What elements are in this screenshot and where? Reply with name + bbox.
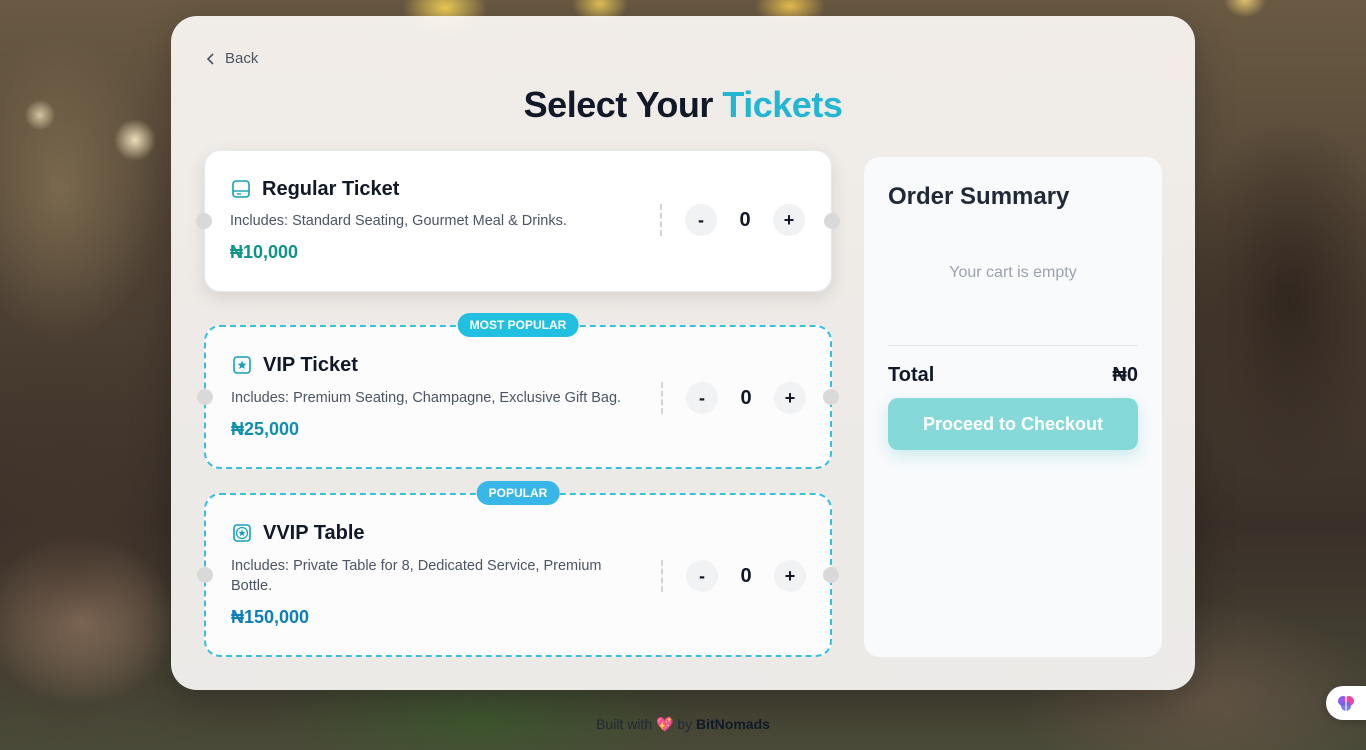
popular-badge: POPULAR <box>476 481 560 505</box>
empty-cart-text: Your cart is empty <box>949 264 1077 281</box>
ticket-notch <box>823 567 839 583</box>
footer-built-with: Built with <box>596 716 653 732</box>
total-label: Total <box>888 364 935 386</box>
checkout-button[interactable]: Proceed to Checkout <box>888 398 1138 450</box>
decrement-button[interactable]: - <box>686 560 718 592</box>
ticket-price: ₦25,000 <box>231 419 300 439</box>
summary-divider <box>888 345 1138 346</box>
ticket-notch <box>197 567 213 583</box>
increment-button[interactable]: + <box>774 382 806 414</box>
ticket-name: VVIP Table <box>263 522 365 544</box>
star-badge-icon <box>233 524 251 542</box>
quantity-stepper: - 0 + <box>686 560 806 592</box>
page-title: Select Your Tickets <box>171 84 1195 126</box>
footer-credit: Built with 💖 by BitNomads <box>0 716 1366 733</box>
chevron-left-icon <box>206 52 214 65</box>
quantity-value: 0 <box>739 208 751 231</box>
ticket-notch <box>196 213 212 229</box>
ticket-card-vvip: POPULAR VVIP Table Includes: Private Tab… <box>197 481 839 657</box>
page-title-accent: Tickets <box>722 84 843 125</box>
heart-icon: 💖 <box>656 716 674 732</box>
ticket-notch <box>823 389 839 405</box>
ticket-name: VIP Ticket <box>263 354 358 376</box>
footer-by: by <box>677 716 693 732</box>
quantity-stepper: - 0 + <box>685 204 805 236</box>
ticket-notch <box>824 213 840 229</box>
back-label: Back <box>225 50 259 67</box>
back-button[interactable]: Back <box>205 50 258 67</box>
ticket-divider <box>660 204 662 236</box>
increment-button[interactable]: + <box>773 204 805 236</box>
assistant-launcher-button[interactable] <box>1326 686 1366 720</box>
ticket-price: ₦150,000 <box>231 607 310 627</box>
ticket-icon <box>232 180 250 198</box>
ticket-divider <box>661 560 663 592</box>
star-ticket-icon <box>233 356 251 374</box>
quantity-stepper: - 0 + <box>686 382 806 414</box>
decrement-button[interactable]: - <box>686 382 718 414</box>
decrement-button[interactable]: - <box>685 204 717 236</box>
ticket-description: Includes: Premium Seating, Champagne, Ex… <box>231 390 622 406</box>
ticket-notch <box>197 389 213 405</box>
ticket-card-vip: MOST POPULAR VIP Ticket Includes: Premiu… <box>197 313 839 469</box>
order-summary-panel: Order Summary Your cart is empty Total ₦… <box>864 157 1162 657</box>
ticket-description: Includes: Private Table for 8, Dedicated… <box>231 558 602 594</box>
quantity-value: 0 <box>740 386 752 409</box>
quantity-value: 0 <box>740 564 752 587</box>
ticket-name: Regular Ticket <box>262 178 400 200</box>
total-value: ₦0 <box>1112 364 1138 386</box>
order-summary-title: Order Summary <box>888 183 1070 210</box>
increment-button[interactable]: + <box>774 560 806 592</box>
ticket-selection-card: Back Select Your Tickets Regular Ticket … <box>171 16 1195 690</box>
footer-brand-link[interactable]: BitNomads <box>696 716 770 732</box>
ticket-card-regular: Regular Ticket Includes: Standard Seatin… <box>196 150 840 292</box>
ticket-description: Includes: Standard Seating, Gourmet Meal… <box>230 213 567 229</box>
brain-icon <box>1338 696 1354 711</box>
most-popular-badge: MOST POPULAR <box>457 313 579 337</box>
ticket-price: ₦10,000 <box>230 242 299 262</box>
ticket-divider <box>661 382 663 414</box>
page-title-main: Select Your <box>523 84 714 125</box>
